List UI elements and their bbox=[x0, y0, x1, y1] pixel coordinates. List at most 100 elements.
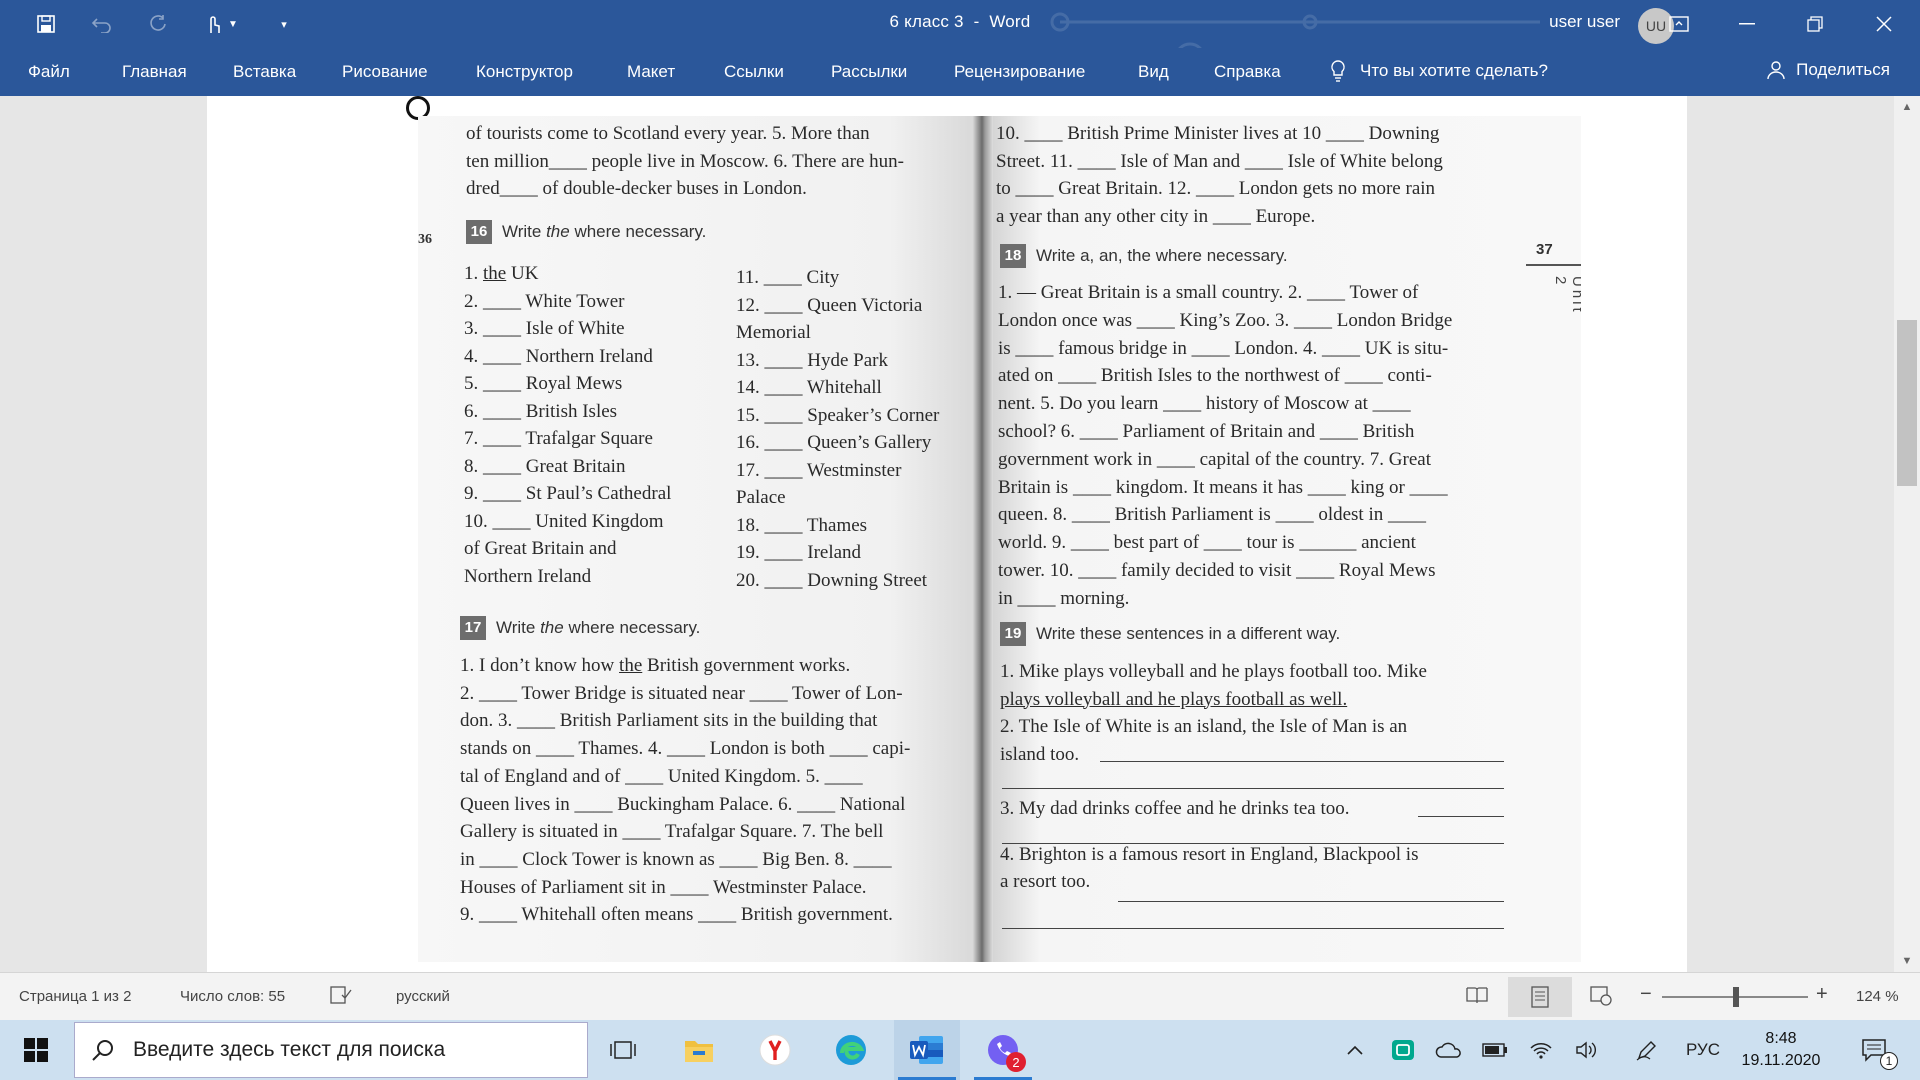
text-line: Gallery is situated in ____ Trafalgar Sq… bbox=[460, 821, 884, 843]
edge-browser-icon[interactable] bbox=[818, 1020, 884, 1080]
answer-line bbox=[1002, 928, 1504, 929]
tab-draw[interactable]: Рисование bbox=[342, 62, 428, 82]
text-line: queen. 8. ____ British Parliament is ___… bbox=[998, 504, 1426, 526]
tab-mailings[interactable]: Рассылки bbox=[831, 62, 907, 82]
yandex-browser-icon[interactable] bbox=[742, 1020, 808, 1080]
list-item: 7. ____ Trafalgar Square bbox=[464, 428, 653, 449]
tab-insert[interactable]: Вставка bbox=[233, 62, 296, 82]
tab-home[interactable]: Главная bbox=[122, 62, 187, 82]
file-explorer-icon[interactable] bbox=[666, 1020, 732, 1080]
wifi-icon[interactable] bbox=[1524, 1020, 1558, 1080]
list-item: Palace bbox=[736, 487, 786, 508]
list-item: 18. ____ Thames bbox=[736, 514, 868, 536]
kaspersky-icon[interactable] bbox=[1386, 1020, 1420, 1080]
windows-start-icon[interactable] bbox=[12, 1032, 60, 1068]
textbook-photo[interactable]: of tourists come to Scotland every year.… bbox=[418, 116, 1581, 962]
text-line: 1. I don’t know how the British governme… bbox=[460, 655, 851, 676]
task-view-icon[interactable] bbox=[590, 1020, 656, 1080]
tab-layout[interactable]: Макет bbox=[627, 62, 675, 82]
share-label: Поделиться bbox=[1796, 60, 1890, 79]
web-layout-icon[interactable] bbox=[1590, 986, 1612, 1010]
zoom-level[interactable]: 124 % bbox=[1856, 988, 1899, 1005]
print-layout-icon[interactable] bbox=[1508, 977, 1572, 1017]
text-line: London once was ____ King’s Zoo. 3. ____… bbox=[998, 309, 1453, 331]
text-line: nent. 5. Do you learn ____ history of Mo… bbox=[998, 393, 1411, 415]
text-line: ated on ____ British Isles to the northw… bbox=[998, 365, 1432, 387]
battery-icon[interactable] bbox=[1478, 1020, 1512, 1080]
lightbulb-icon bbox=[1331, 60, 1345, 82]
notifications-icon[interactable]: 1 bbox=[1852, 1020, 1898, 1080]
user-name[interactable]: user user bbox=[1549, 12, 1620, 32]
search-input[interactable] bbox=[133, 1038, 553, 1062]
word-taskbar-icon[interactable] bbox=[894, 1020, 960, 1080]
share-button[interactable]: Поделиться bbox=[1766, 60, 1890, 80]
tab-file[interactable]: Файл bbox=[28, 62, 70, 82]
vertical-scrollbar[interactable]: ▲ ▼ bbox=[1894, 96, 1920, 972]
system-clock[interactable]: 8:48 19.11.2020 bbox=[1736, 1028, 1826, 1072]
clock-date: 19.11.2020 bbox=[1741, 1052, 1821, 1069]
viber-icon[interactable]: 2 bbox=[970, 1020, 1036, 1080]
scroll-up-icon[interactable]: ▲ bbox=[1894, 96, 1920, 118]
text-line: school? 6. ____ Parliament of Britain an… bbox=[998, 420, 1415, 442]
text-line: a resort too. bbox=[1000, 871, 1091, 892]
tab-design[interactable]: Конструктор bbox=[476, 62, 573, 82]
answer-line bbox=[1418, 816, 1504, 817]
zoom-out-icon[interactable]: − bbox=[1640, 983, 1652, 1006]
tab-review[interactable]: Рецензирование bbox=[954, 62, 1085, 82]
restore-icon[interactable] bbox=[1781, 0, 1849, 48]
person-icon bbox=[1767, 61, 1785, 80]
word-count[interactable]: Число слов: 55 bbox=[180, 988, 285, 1005]
close-icon[interactable] bbox=[1850, 0, 1918, 48]
text-line: world. 9. ____ best part of ____ tour is… bbox=[998, 532, 1416, 554]
onedrive-icon[interactable] bbox=[1432, 1020, 1466, 1080]
book-spine bbox=[973, 116, 993, 962]
list-item: 4. ____ Northern Ireland bbox=[464, 345, 653, 367]
answer-line bbox=[1002, 843, 1504, 844]
volume-icon[interactable] bbox=[1570, 1020, 1604, 1080]
exercise-16-column-2: 11. ____ City 12. ____ Queen Victoria Me… bbox=[736, 264, 976, 594]
exercise-19-text: 1. Mike plays volleyball and he plays fo… bbox=[1000, 658, 1506, 896]
page-count[interactable]: Страница 1 из 2 bbox=[19, 988, 131, 1005]
answer-line bbox=[1002, 788, 1504, 789]
language-indicator[interactable]: русский bbox=[396, 988, 450, 1005]
input-language[interactable]: РУС bbox=[1680, 1020, 1726, 1080]
page-number-right: 37 bbox=[1536, 241, 1553, 258]
list-item: 19. ____ Ireland bbox=[736, 542, 862, 563]
list-item: 15. ____ Speaker’s Corner bbox=[736, 404, 940, 426]
text-line: island too. bbox=[1000, 743, 1080, 765]
tab-help[interactable]: Справка bbox=[1214, 62, 1281, 82]
text-line: don. 3. ____ British Parliament sits in … bbox=[460, 710, 878, 732]
taskbar-search[interactable] bbox=[74, 1022, 588, 1078]
text-line: Queen lives in ____ Buckingham Palace. 6… bbox=[460, 793, 906, 815]
exercise-16-heading: 16 Write the where necessary. bbox=[466, 220, 706, 244]
proofing-icon[interactable] bbox=[330, 986, 352, 1008]
zoom-slider-thumb[interactable] bbox=[1733, 987, 1739, 1007]
tray-overflow-icon[interactable] bbox=[1340, 1020, 1370, 1080]
tell-me-box[interactable]: Что вы хотите сделать? bbox=[1330, 60, 1548, 82]
pen-icon[interactable] bbox=[1630, 1020, 1664, 1080]
tab-references[interactable]: Ссылки bbox=[724, 62, 784, 82]
list-item: 14. ____ Whitehall bbox=[736, 377, 882, 398]
exercise-number: 18 bbox=[1000, 244, 1026, 268]
minimize-icon[interactable] bbox=[1713, 0, 1781, 48]
answer-line bbox=[1118, 901, 1504, 902]
zoom-in-icon[interactable]: + bbox=[1816, 983, 1828, 1006]
text-line: 3. My dad drinks coffee and he drinks te… bbox=[1000, 798, 1350, 819]
text-line: tal of England and of ____ United Kingdo… bbox=[460, 765, 863, 787]
exercise-number: 16 bbox=[466, 220, 492, 244]
text-line: 2. The Isle of White is an island, the I… bbox=[1000, 716, 1408, 737]
tab-view[interactable]: Вид bbox=[1138, 62, 1169, 82]
list-item: 9. ____ St Paul’s Cathedral bbox=[464, 483, 672, 504]
list-item: 8. ____ Great Britain bbox=[464, 455, 626, 477]
exercise-17-heading: 17 Write the where necessary. bbox=[460, 616, 700, 640]
list-item: Memorial bbox=[736, 322, 811, 343]
scroll-thumb[interactable] bbox=[1897, 320, 1917, 486]
text-line: stands on ____ Thames. 4. ____ London is… bbox=[460, 738, 911, 760]
list-item: 16. ____ Queen’s Gallery bbox=[736, 432, 932, 453]
text-line: plays volleyball and he plays football a… bbox=[1000, 688, 1348, 710]
exercise-number: 17 bbox=[460, 616, 486, 640]
ribbon-display-options-icon[interactable] bbox=[1645, 0, 1713, 48]
page-number-left: 36 bbox=[418, 232, 432, 247]
read-mode-icon[interactable] bbox=[1466, 986, 1488, 1008]
scroll-down-icon[interactable]: ▼ bbox=[1894, 950, 1920, 972]
